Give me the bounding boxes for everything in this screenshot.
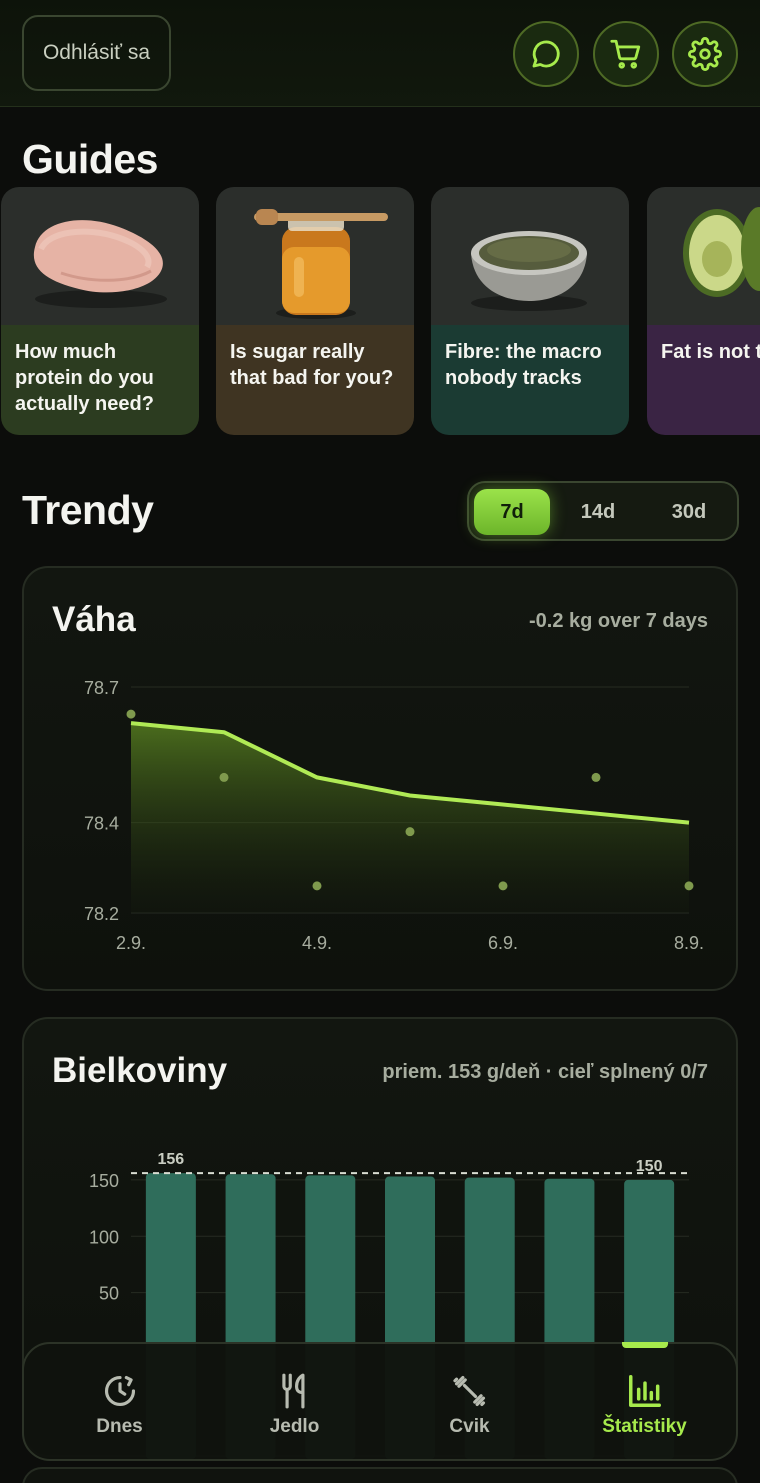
trend-area (131, 723, 689, 913)
weight-point (312, 881, 322, 891)
nav-label: Jedlo (269, 1416, 320, 1437)
weight-point (684, 881, 694, 891)
guides-carousel[interactable]: How much protein do you actually need? I… (0, 187, 760, 437)
x-tick-label: 2.9. (116, 933, 146, 953)
nav-label: Dnes (96, 1416, 143, 1437)
guide-card-label: How much protein do you actually need? (1, 325, 199, 435)
chicken-breast-image (1, 187, 199, 325)
settings-button[interactable] (672, 21, 738, 87)
y-tick-label: 78.2 (84, 904, 119, 924)
active-indicator (621, 1342, 668, 1348)
weight-point (126, 709, 136, 719)
weight-card: Váha -0.2 kg over 7 days 78.7 78.4 78.2 2.9… (22, 566, 738, 991)
weight-point (405, 827, 415, 837)
dumbbell-icon (452, 1375, 485, 1407)
bottom-nav: Dnes Jedlo Cvik Štatistiky (22, 1342, 738, 1461)
cart-button[interactable] (593, 21, 659, 87)
weight-point (498, 881, 508, 891)
logout-button[interactable]: Odhlásiť sa (22, 15, 171, 91)
next-card-peek (22, 1467, 738, 1483)
x-tick-label: 8.9. (674, 933, 704, 953)
nav-label: Štatistiky (602, 1416, 687, 1437)
y-tick-label: 78.4 (84, 814, 119, 834)
nav-label: Cvik (449, 1416, 490, 1437)
top-bar: Odhlásiť sa (0, 0, 760, 107)
range-7d-button[interactable]: 7d (474, 489, 550, 535)
guide-card-label: Is sugar really that bad for you? (216, 325, 414, 435)
range-14d-button[interactable]: 14d (560, 489, 636, 535)
guide-card-label: Fibre: the macro nobody tracks (431, 325, 629, 435)
fork-knife-icon (281, 1373, 304, 1409)
weight-point (219, 772, 229, 782)
nav-item-food[interactable]: Jedlo (205, 1344, 384, 1459)
honey-jar-image (216, 187, 414, 325)
guide-card-label: Fat is not the enemy (647, 325, 760, 435)
guide-card-fat[interactable]: Fat is not the enemy (647, 187, 760, 435)
guides-title: Guides (22, 136, 158, 182)
bar-value-label: 150 (636, 1158, 663, 1175)
y-tick-label: 78.7 (84, 678, 119, 698)
nav-item-stats[interactable]: Štatistiky (555, 1342, 734, 1459)
guide-card-fibre[interactable]: Fibre: the macro nobody tracks (431, 187, 629, 435)
bar-value-label: 156 (158, 1151, 185, 1168)
chat-icon (532, 40, 560, 68)
nav-item-today[interactable]: Dnes (30, 1344, 209, 1459)
cart-icon (610, 39, 641, 69)
x-tick-label: 4.9. (302, 933, 332, 953)
y-tick-label: 150 (89, 1171, 119, 1191)
lentil-bowl-image (431, 187, 629, 325)
trends-title: Trendy (22, 487, 154, 533)
chat-button[interactable] (513, 21, 579, 87)
range-selector: 7d 14d 30d (467, 481, 739, 541)
bar-chart-icon (628, 1375, 661, 1407)
x-tick-label: 6.9. (488, 933, 518, 953)
y-tick-label: 100 (89, 1227, 119, 1247)
range-30d-button[interactable]: 30d (651, 489, 727, 535)
avocado-image (647, 187, 760, 325)
clock-icon (104, 1375, 135, 1407)
weight-chart: 78.7 78.4 78.2 2.9. 4.9. 6.9. 8.9. (84, 678, 704, 953)
guide-card-sugar[interactable]: Is sugar really that bad for you? (216, 187, 414, 435)
guide-card-protein[interactable]: How much protein do you actually need? (1, 187, 199, 435)
weight-point (591, 772, 601, 782)
nav-item-exercise[interactable]: Cvik (380, 1344, 559, 1459)
y-tick-label: 50 (99, 1284, 119, 1304)
gear-icon (688, 37, 722, 71)
